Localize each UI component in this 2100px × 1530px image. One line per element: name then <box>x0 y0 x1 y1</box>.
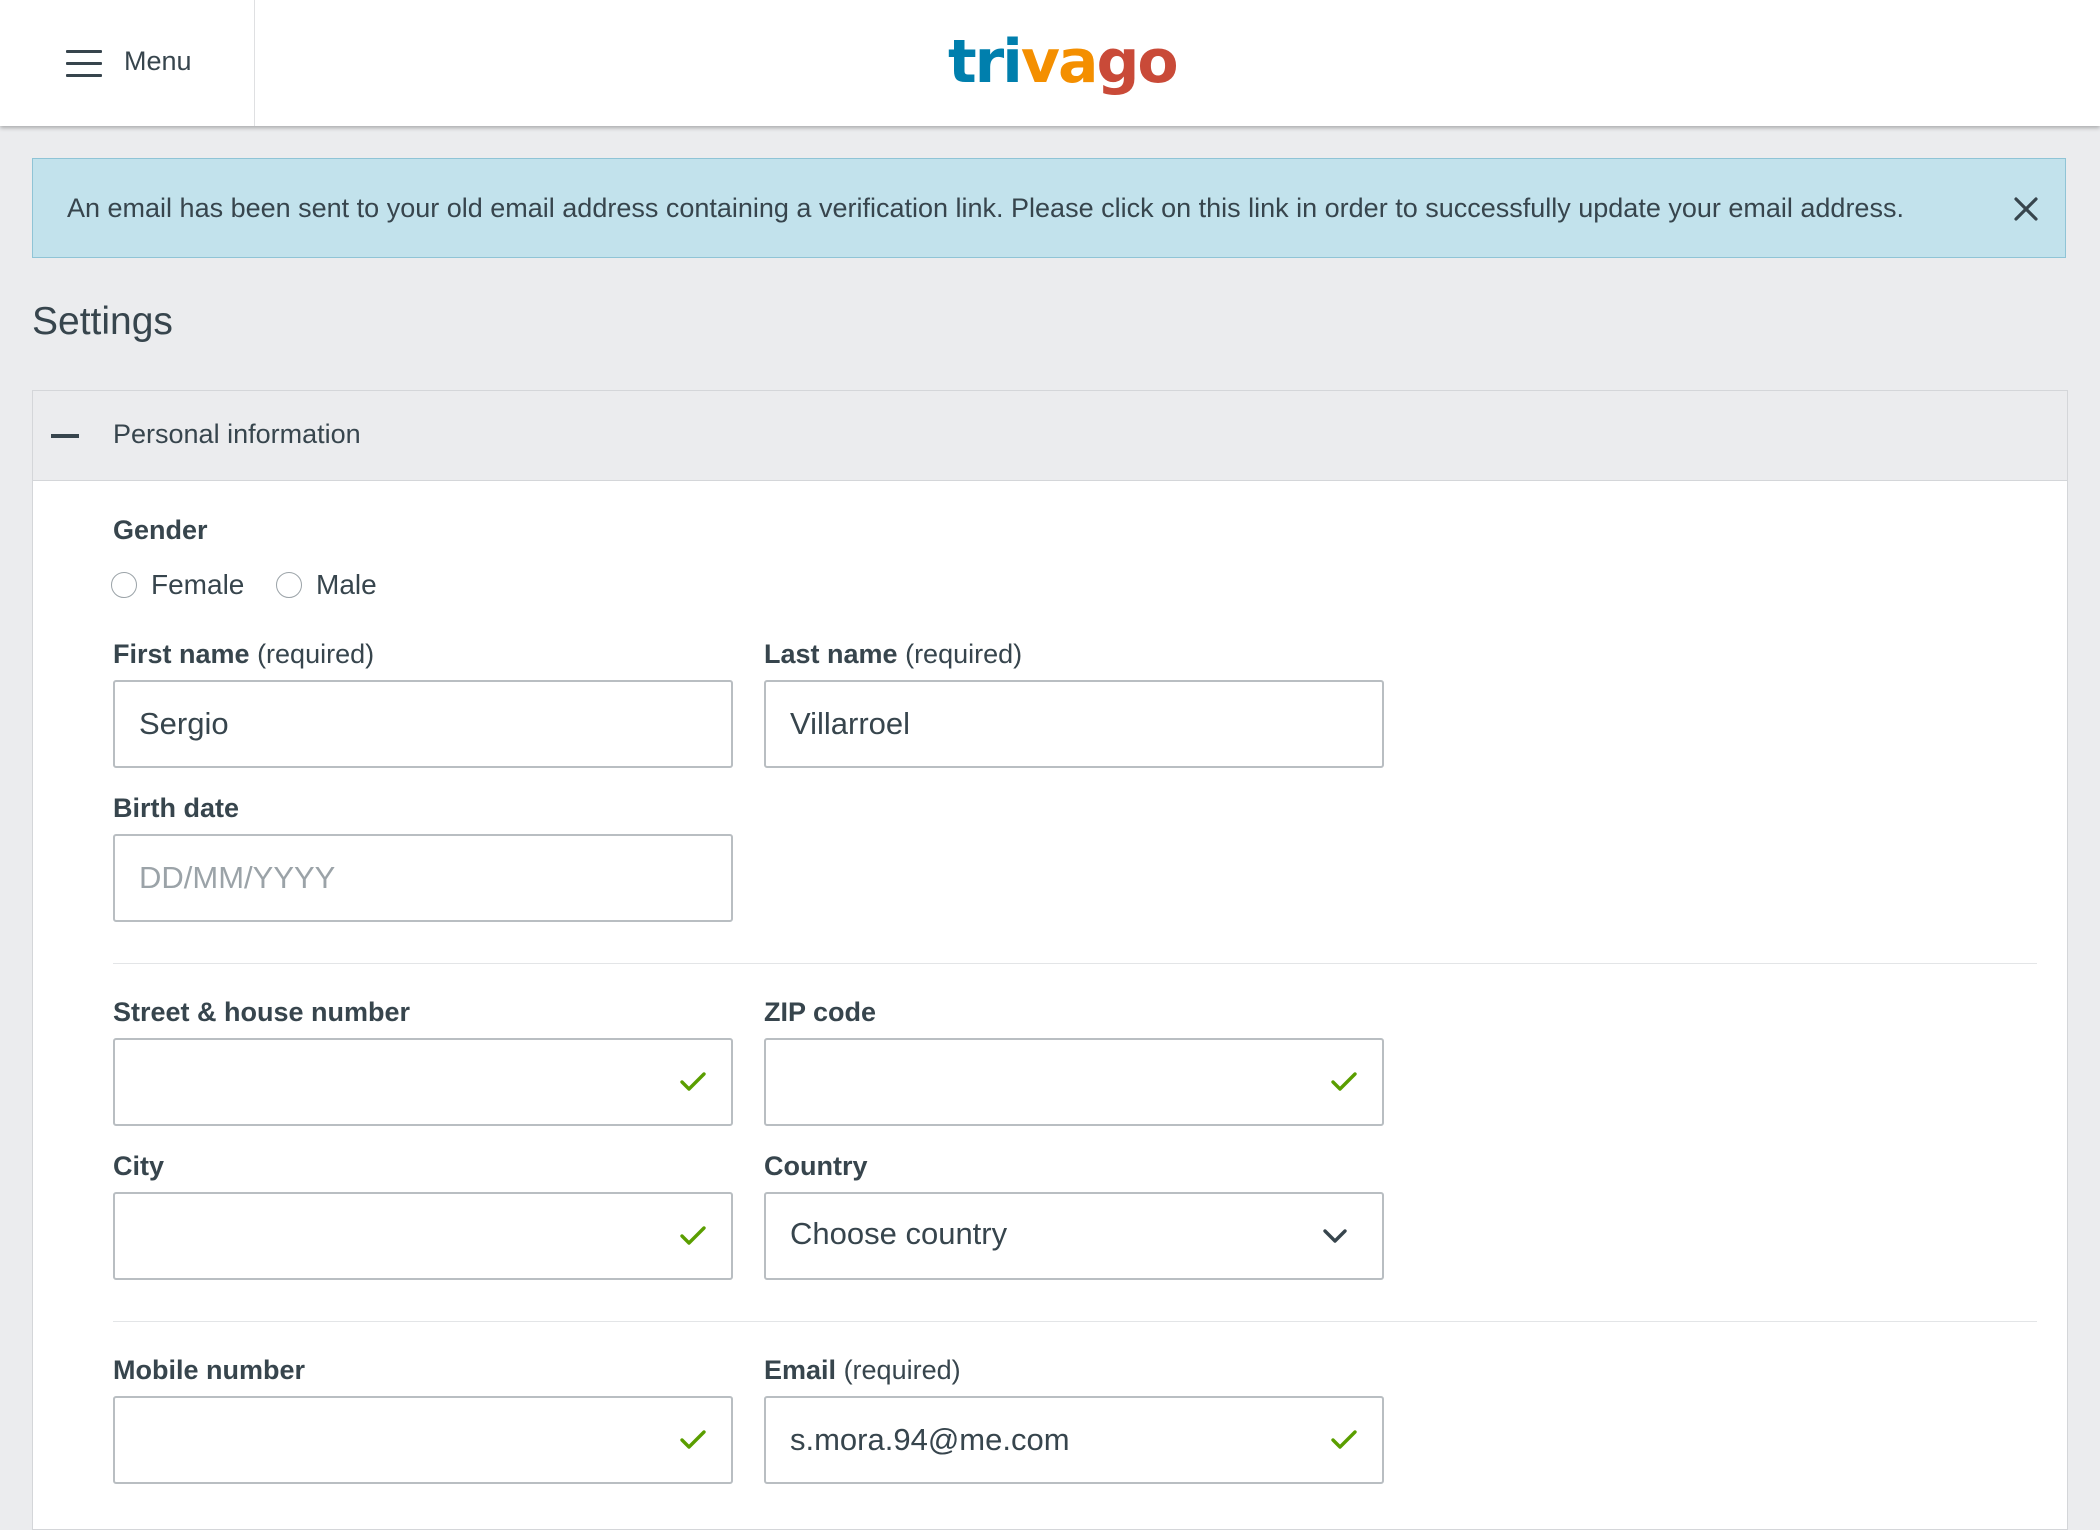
country-selected-value: Choose country <box>790 1216 1008 1251</box>
section-divider <box>113 1321 2037 1322</box>
email-field[interactable] <box>764 1396 1384 1484</box>
city-field[interactable] <box>113 1192 733 1280</box>
zip-label: ZIP code <box>764 997 877 1027</box>
birth-date-field[interactable] <box>113 834 733 922</box>
minus-icon <box>51 434 79 438</box>
section-title: Personal information <box>113 419 361 449</box>
radio-label-female: Female <box>151 569 245 600</box>
gender-label: Gender <box>113 515 208 545</box>
checkmark-icon <box>680 1072 706 1091</box>
city-input[interactable] <box>139 1194 659 1278</box>
email-label: Email (required) <box>764 1355 961 1385</box>
close-icon[interactable] <box>2009 192 2043 226</box>
menu-label: Menu <box>124 46 192 76</box>
radio-label-male: Male <box>316 569 377 600</box>
chevron-down-icon <box>1323 1229 1347 1243</box>
mobile-input[interactable] <box>139 1398 659 1482</box>
checkmark-icon <box>680 1226 706 1245</box>
last-name-field[interactable] <box>764 680 1384 768</box>
gender-male-radio[interactable]: Male <box>276 569 377 601</box>
checkmark-icon <box>1331 1072 1357 1091</box>
trivago-logo[interactable]: trivago <box>948 22 1179 102</box>
country-label: Country <box>764 1151 868 1181</box>
personal-information-panel: Personal information Gender Female Male … <box>32 390 2068 1530</box>
checkmark-icon <box>680 1430 706 1449</box>
mobile-field[interactable] <box>113 1396 733 1484</box>
zip-field[interactable] <box>764 1038 1384 1126</box>
first-name-field[interactable] <box>113 680 733 768</box>
birth-date-label: Birth date <box>113 793 240 823</box>
info-alert: An email has been sent to your old email… <box>32 158 2066 258</box>
hamburger-icon <box>66 50 102 78</box>
street-field[interactable] <box>113 1038 733 1126</box>
top-header: Menu trivago <box>0 0 2100 126</box>
street-input[interactable] <box>139 1040 659 1124</box>
city-label: City <box>113 1151 165 1181</box>
section-divider <box>113 963 2037 964</box>
last-name-label: Last name (required) <box>764 639 1023 669</box>
zip-input[interactable] <box>790 1040 1310 1124</box>
section-toggle[interactable]: Personal information <box>33 391 2067 481</box>
email-input[interactable] <box>790 1398 1310 1482</box>
radio-circle[interactable] <box>276 572 302 598</box>
country-select[interactable]: Choose country <box>764 1192 1384 1280</box>
alert-message: An email has been sent to your old email… <box>67 193 1904 223</box>
last-name-input[interactable] <box>790 682 1310 766</box>
mobile-label: Mobile number <box>113 1355 306 1385</box>
street-label: Street & house number <box>113 997 411 1027</box>
checkmark-icon <box>1331 1430 1357 1449</box>
birth-date-input[interactable] <box>139 836 659 920</box>
gender-female-radio[interactable]: Female <box>111 569 244 601</box>
menu-button[interactable]: Menu <box>0 0 255 126</box>
first-name-input[interactable] <box>139 682 659 766</box>
page-title: Settings <box>32 300 173 343</box>
radio-circle[interactable] <box>111 572 137 598</box>
first-name-label: First name (required) <box>113 639 375 669</box>
